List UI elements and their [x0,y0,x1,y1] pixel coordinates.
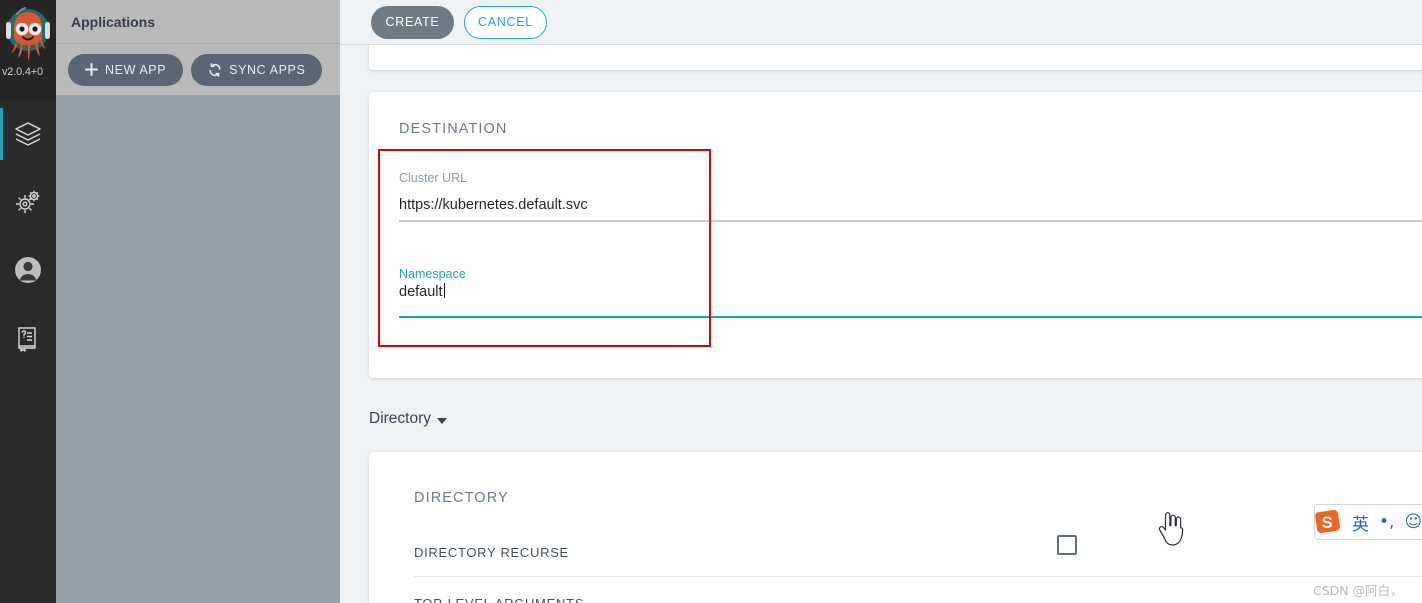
text-caret [443,283,445,298]
top-level-arguments-label: TOP-LEVEL ARGUMENTS [414,596,584,603]
app-logo-block[interactable]: v2.0.4+0 [0,0,56,100]
csdn-watermark: CSDN @阿白， [1313,583,1403,598]
source-type-label: Directory [369,410,432,427]
argo-octopus-logo [5,4,51,66]
form-scroll-area[interactable]: DESTINATION Cluster URL https://kubernet… [340,45,1422,603]
cluster-url-value: https://kubernetes.default.svc [399,197,588,213]
cluster-url-label: Cluster URL [399,171,468,185]
settings-gears-icon [13,187,43,217]
page-body-dimmed [56,95,340,603]
cluster-url-field[interactable]: Cluster URL https://kubernetes.default.s… [399,171,1422,222]
left-icon-rail: v2.0.4+0 [0,0,56,603]
smiley-icon[interactable]: ☺ [1399,512,1422,532]
layers-icon [13,119,43,149]
cluster-url-underline [399,220,1422,222]
rail-items [0,100,56,372]
directory-card: DIRECTORY DIRECTORY RECURSE TOP-LEVEL AR… [369,452,1422,603]
row-divider [414,576,1422,577]
sogou-ime-toolbar[interactable]: S 英 •, ☺ [1314,504,1422,540]
new-app-form-overlay: CREATE CANCEL DESTINATION Cluster URL ht… [340,0,1422,603]
app-version-label: v2.0.4+0 [2,66,43,78]
user-avatar-icon [13,255,43,285]
destination-section-title: DESTINATION [399,121,508,137]
source-type-dropdown[interactable]: Directory [369,410,448,428]
sidebar-item-user-info[interactable] [0,236,56,304]
namespace-value: default [399,283,1422,300]
namespace-field[interactable]: Namespace default [399,267,1422,318]
screen: v2.0.4+0 Applications NEW APP SYNC APPS … [0,0,1422,603]
sync-apps-button-label: SYNC APPS [229,62,306,77]
page-title-bar: Applications [56,0,340,44]
directory-recurse-label: DIRECTORY RECURSE [414,545,569,560]
directory-recurse-checkbox[interactable] [1057,535,1077,555]
namespace-underline [399,316,1422,318]
new-app-button-label: NEW APP [105,62,167,77]
svg-text:S: S [1321,513,1332,532]
directory-section-title: DIRECTORY [414,490,509,506]
page-title: Applications [71,13,156,30]
plus-icon [85,63,98,76]
punctuation-icon[interactable]: •, [1374,512,1399,532]
destination-card: DESTINATION Cluster URL https://kubernet… [369,92,1422,378]
create-button[interactable]: CREATE [371,5,454,39]
namespace-label: Namespace [399,267,466,281]
sidebar-item-applications[interactable] [0,100,56,168]
sync-apps-button[interactable]: SYNC APPS [191,53,323,86]
chevron-down-icon [437,417,448,424]
namespace-value-text: default [399,284,443,300]
cancel-button[interactable]: CANCEL [464,5,547,39]
previous-section-card [369,45,1422,70]
ime-mode-label[interactable]: 英 [1347,510,1374,535]
sogou-logo-icon[interactable]: S [1315,507,1343,537]
new-app-button[interactable]: NEW APP [68,53,184,86]
sidebar-item-settings[interactable] [0,168,56,236]
background-applications-page: Applications NEW APP SYNC APPS [56,0,340,603]
form-action-bar: CREATE CANCEL [340,0,1422,45]
sidebar-item-documentation[interactable] [0,304,56,372]
sync-refresh-icon [208,62,222,77]
page-toolbar: NEW APP SYNC APPS [56,44,340,95]
documentation-icon [14,324,42,352]
